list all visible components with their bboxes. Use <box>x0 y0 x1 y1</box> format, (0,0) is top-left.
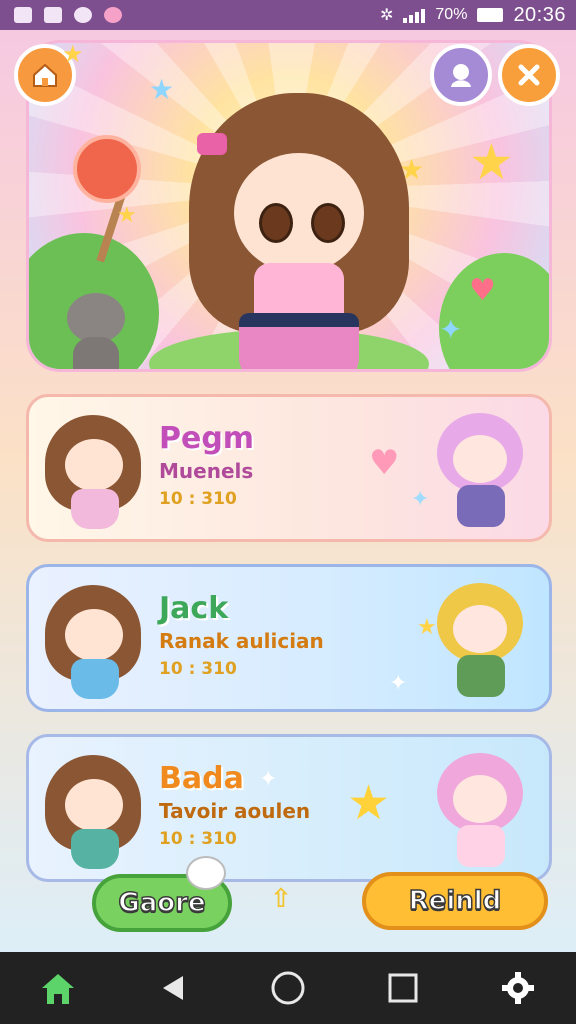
friend-avatar <box>433 753 529 869</box>
profile-button[interactable] <box>430 44 492 106</box>
signal-icon <box>403 7 426 23</box>
avatar <box>45 585 145 703</box>
ghost-icon <box>186 856 226 890</box>
friend-avatar <box>433 583 529 699</box>
card-title: Bada <box>159 761 244 796</box>
close-icon <box>518 64 540 86</box>
home-circle-nav-button[interactable] <box>263 963 313 1013</box>
card-meta: 10 : 310 <box>159 659 237 679</box>
dog-character <box>59 293 129 369</box>
profile-icon <box>451 64 471 87</box>
big-star-icon: ★ <box>469 133 514 191</box>
avatar <box>45 415 145 533</box>
main-character <box>179 83 419 369</box>
record-icon <box>74 7 92 23</box>
star-icon: ★ <box>347 775 391 831</box>
character-card[interactable]: Pegm Muenels 10 : 310 ♥ ✦ <box>26 394 552 542</box>
circle-icon <box>271 971 305 1005</box>
navigation-bar <box>0 952 576 1024</box>
card-subtitle: Ranak aulician <box>159 629 324 653</box>
clock: 20:36 <box>513 3 566 26</box>
heart-icon: ♥ <box>469 273 496 308</box>
card-subtitle: Tavoir aoulen <box>159 799 311 823</box>
up-arrow-icon[interactable]: ⇧ <box>270 884 292 914</box>
close-button[interactable] <box>498 44 560 106</box>
avatar <box>45 755 145 873</box>
image-icon <box>14 7 32 23</box>
gallery-icon <box>44 7 62 23</box>
status-bar: ✲ 70% 20:36 <box>0 0 576 30</box>
sparkle-icon: ✦ <box>259 767 278 792</box>
home-icon <box>41 974 74 1004</box>
card-meta: 10 : 310 <box>159 489 237 509</box>
sparkle-icon: ✦ <box>389 671 408 696</box>
bow <box>197 133 227 155</box>
friend-avatar <box>433 413 529 529</box>
settings-nav-button[interactable] <box>493 963 543 1013</box>
sparkle-icon: ★ <box>149 73 175 106</box>
character-card[interactable]: Jack Ranak aulician 10 : 310 ★ ✦ <box>26 564 552 712</box>
square-icon <box>388 973 418 1003</box>
home-nav-button[interactable] <box>33 963 83 1013</box>
sparkle-icon: ✦ <box>411 487 430 512</box>
card-title: Pegm <box>159 421 255 456</box>
lollipop <box>73 135 141 203</box>
flower-icon <box>104 7 122 23</box>
sparkle-icon: ✦ <box>439 313 463 346</box>
star-icon: ★ <box>62 40 84 68</box>
back-nav-button[interactable] <box>148 963 198 1013</box>
battery-text: 70% <box>435 6 468 23</box>
recents-nav-button[interactable] <box>378 963 428 1013</box>
battery-icon <box>477 8 504 22</box>
card-meta: 10 : 310 <box>159 829 237 849</box>
character-card[interactable]: Bada Tavoir aoulen 10 : 310 ★ ✦ <box>26 734 552 882</box>
settings-status-icon: ✲ <box>380 7 394 24</box>
heart-icon: ♥ <box>369 443 400 483</box>
back-icon <box>162 976 183 1000</box>
gear-icon <box>502 972 535 1004</box>
house-icon <box>33 63 57 87</box>
card-title: Jack <box>159 591 229 626</box>
card-subtitle: Muenels <box>159 459 254 483</box>
right-action-button[interactable]: Reinld <box>362 872 548 930</box>
star-icon: ★ <box>117 203 137 228</box>
